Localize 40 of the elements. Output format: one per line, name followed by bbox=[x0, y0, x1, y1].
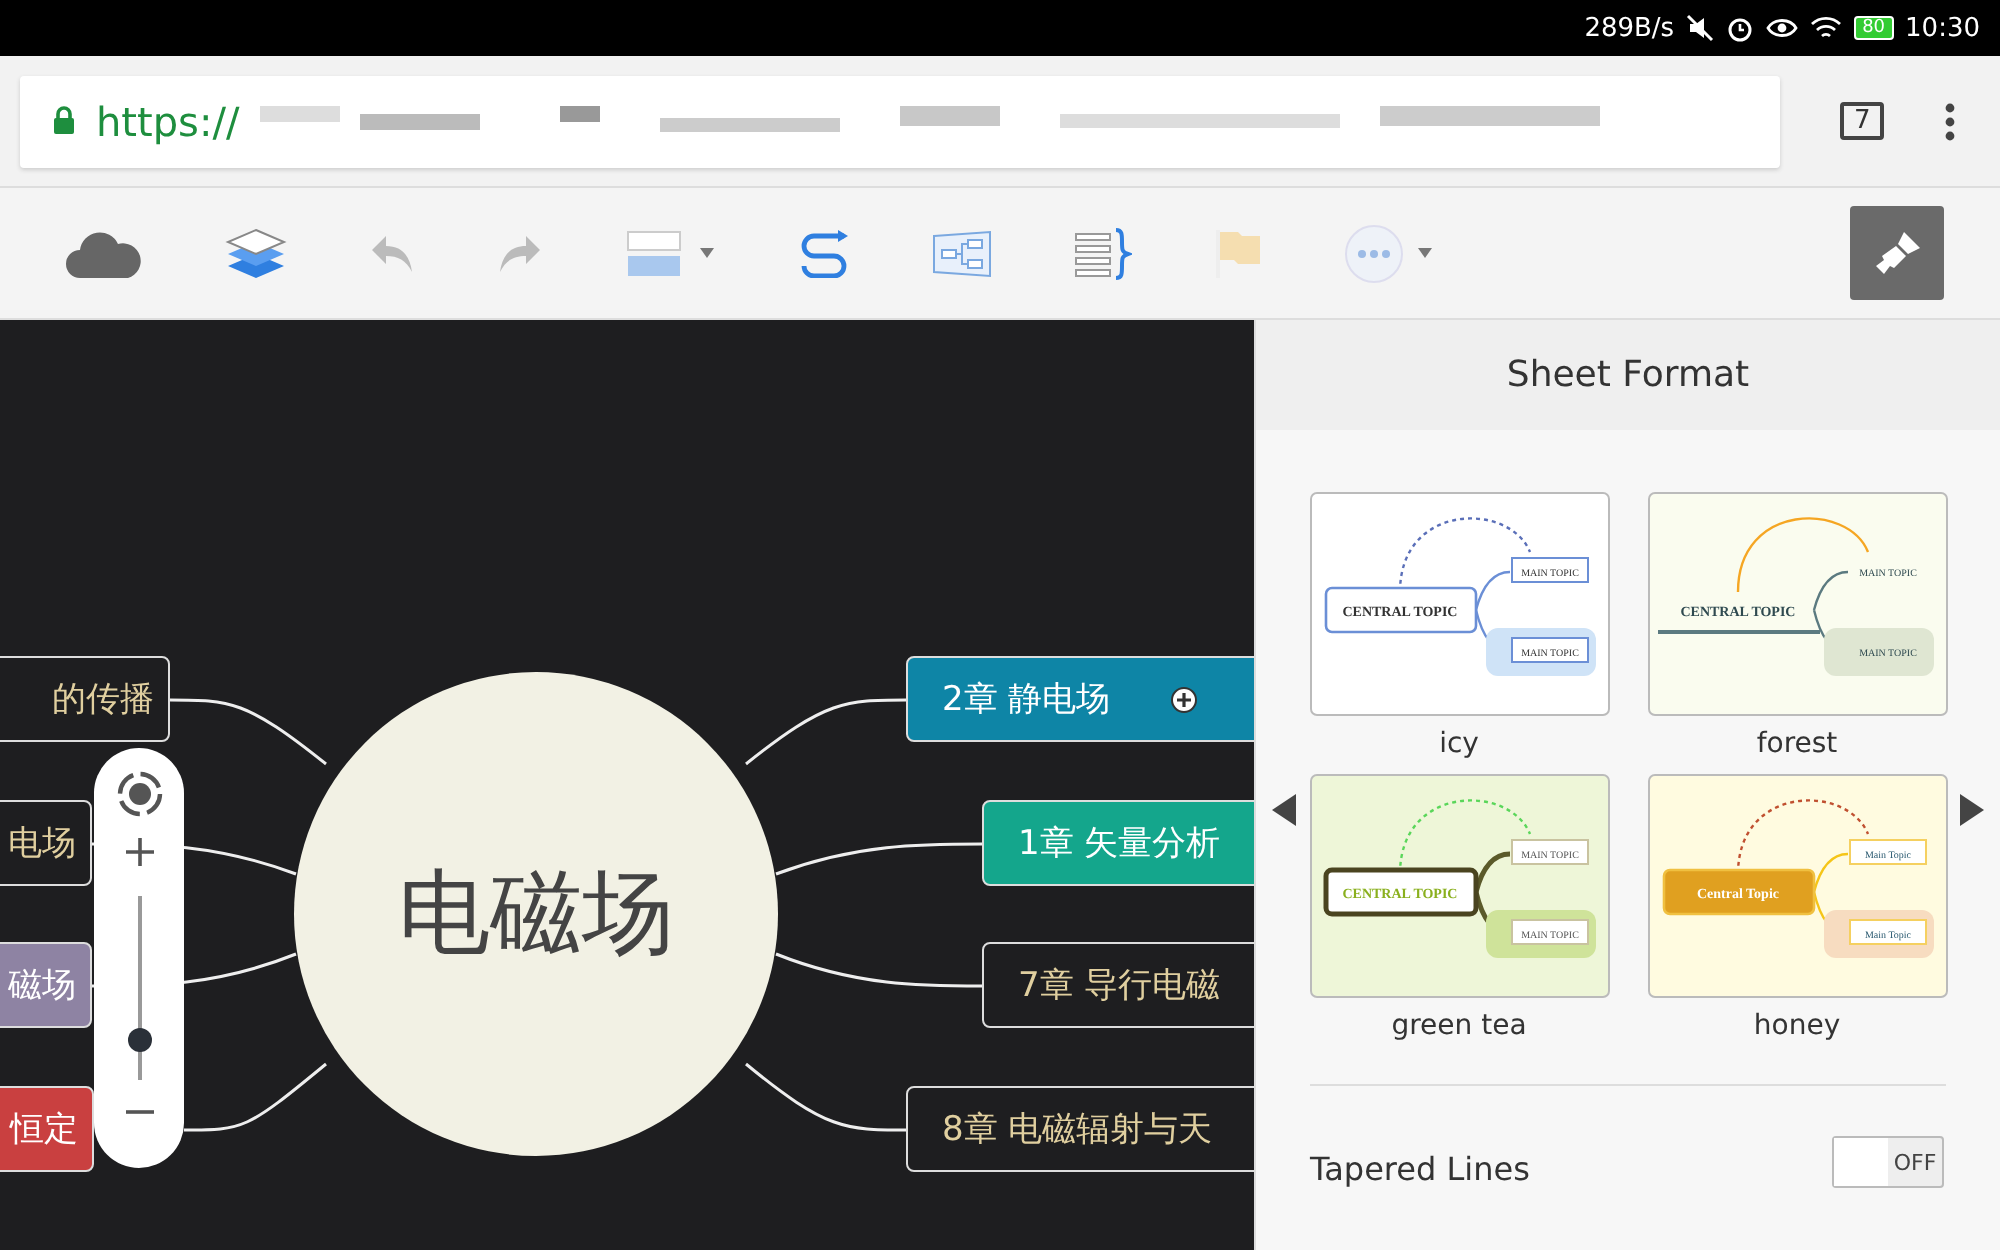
previous-arrow-icon[interactable] bbox=[1272, 794, 1296, 826]
theme-name: honey bbox=[1753, 1010, 1841, 1042]
format-brush-button[interactable] bbox=[1850, 206, 1944, 300]
topic-node[interactable]: 2章 静电场 bbox=[906, 656, 1254, 742]
address-bar[interactable]: https:// bbox=[20, 75, 1780, 167]
topic-node[interactable]: 恒定 bbox=[0, 1086, 94, 1172]
topic-node[interactable]: 8章 电磁辐射与天 bbox=[906, 1086, 1254, 1172]
theme-name: icy bbox=[1439, 728, 1479, 760]
theme-name: green tea bbox=[1391, 1010, 1527, 1042]
topic-node[interactable]: 磁场 bbox=[0, 942, 92, 1028]
paint-brush-icon bbox=[1871, 227, 1923, 279]
option-label: Tapered Lines bbox=[1310, 1150, 1530, 1188]
more-menu-icon[interactable] bbox=[1944, 101, 1957, 141]
panel-title: Sheet Format bbox=[1256, 320, 2000, 430]
lock-icon bbox=[52, 106, 76, 136]
wifi-icon bbox=[1810, 14, 1843, 42]
locate-center-icon[interactable] bbox=[113, 768, 165, 820]
zoom-in-icon[interactable] bbox=[123, 836, 155, 868]
topic-node[interactable]: 7章 导行电磁 bbox=[982, 942, 1254, 1028]
eye-icon bbox=[1766, 14, 1799, 42]
topic-node[interactable]: 的传播 bbox=[0, 656, 170, 742]
next-arrow-icon[interactable] bbox=[1960, 794, 1984, 826]
relationship-icon[interactable] bbox=[796, 229, 852, 277]
mute-icon bbox=[1686, 14, 1715, 42]
summary-icon[interactable] bbox=[1072, 227, 1132, 279]
url-text: https:// bbox=[96, 97, 240, 145]
theme-name: forest bbox=[1756, 728, 1838, 760]
zoom-out-icon[interactable] bbox=[123, 1108, 155, 1116]
clock: 10:30 bbox=[1905, 13, 1980, 43]
network-speed: 289B/s bbox=[1584, 13, 1675, 43]
battery-indicator: 80 bbox=[1854, 16, 1894, 40]
zoom-slider-thumb[interactable] bbox=[127, 1028, 151, 1052]
central-topic[interactable]: 电磁场 bbox=[294, 672, 778, 1156]
alarm-icon bbox=[1726, 14, 1755, 42]
tab-count-button[interactable]: 7 bbox=[1840, 102, 1885, 140]
topic-node[interactable]: 电场 bbox=[0, 800, 92, 886]
cloud-icon[interactable] bbox=[64, 227, 144, 279]
layers-icon[interactable] bbox=[224, 227, 288, 279]
connector-line bbox=[184, 1062, 327, 1132]
tapered-lines-toggle[interactable]: OFF bbox=[1832, 1136, 1944, 1188]
